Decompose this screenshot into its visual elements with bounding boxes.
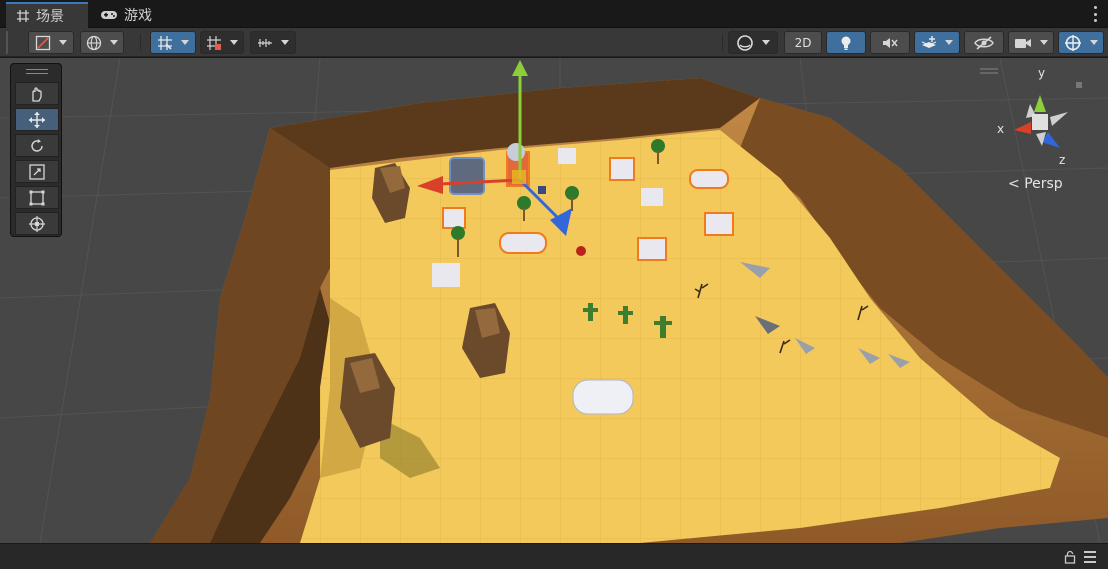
gizmo-globe-icon [1065, 34, 1081, 51]
render-space-dropdown[interactable] [80, 31, 124, 54]
lighting-toggle-button[interactable] [826, 31, 866, 54]
ruler-snap-dropdown[interactable] [250, 31, 296, 54]
tab-scene-label: 场景 [36, 9, 64, 25]
chevron-left-icon: < [1008, 176, 1020, 192]
vehicle [449, 157, 485, 195]
scale-tool-button[interactable] [15, 160, 59, 183]
chevron-down-icon [1040, 40, 1048, 45]
chevron-down-icon [1090, 40, 1098, 45]
rect-tool-button[interactable] [15, 186, 59, 209]
scale-icon [29, 163, 45, 180]
layers-effects-icon [921, 35, 937, 48]
projection-toggle[interactable]: < Persp [1008, 176, 1063, 192]
increment-snap-icon [207, 35, 221, 50]
grid-snap-toggle[interactable] [150, 31, 196, 54]
camera-icon [1015, 38, 1031, 48]
chevron-down-icon [281, 40, 289, 45]
tab-game-label: 游戏 [124, 8, 152, 24]
grid-snap-icon [158, 35, 172, 50]
chevron-down-icon [945, 40, 953, 45]
rotate-tool-button[interactable] [15, 134, 59, 157]
move-tool-button[interactable] [15, 108, 59, 131]
chevron-down-icon [762, 40, 770, 45]
shading-mode-dropdown[interactable] [728, 31, 778, 54]
status-bar [0, 543, 1108, 569]
increment-snap-dropdown[interactable] [200, 31, 244, 54]
ruler-icon [258, 38, 272, 47]
rect-transform-icon [29, 190, 45, 205]
draw-mode-dropdown[interactable] [28, 31, 74, 54]
axis-z-label: z [1059, 153, 1066, 167]
lock-icon[interactable] [1064, 550, 1076, 564]
transform-tool-button[interactable] [15, 212, 59, 235]
2d-toggle-button[interactable]: 2D [784, 31, 822, 54]
tab-game[interactable]: 游戏 [90, 2, 170, 28]
eye-slash-icon [974, 35, 994, 50]
hand-icon [32, 86, 42, 102]
scene-render [0, 58, 1108, 543]
sphere-shading-icon [737, 34, 753, 51]
axis-y-label: y [1038, 66, 1046, 80]
shaded-mode-icon [35, 35, 51, 50]
hidden-objects-toggle[interactable] [964, 31, 1004, 54]
camera-settings-dropdown[interactable] [1008, 31, 1054, 54]
axis-x-label: x [997, 122, 1005, 136]
globe-icon [86, 35, 102, 50]
2d-toggle-label: 2D [794, 35, 812, 50]
hand-tool-button[interactable] [15, 82, 59, 105]
gamepad-icon [101, 11, 117, 19]
projection-label: Persp [1024, 176, 1063, 192]
toolbar-grip [6, 31, 8, 54]
effects-dropdown[interactable] [914, 31, 960, 54]
audio-mute-icon [883, 37, 898, 48]
drag-handle-icon[interactable] [26, 69, 48, 74]
unity-scene-window: 场景 游戏 2D y x z < Persp [0, 0, 1108, 569]
tab-scene[interactable]: 场景 [6, 2, 88, 28]
rotate-icon [31, 138, 43, 152]
chevron-down-icon [110, 40, 118, 45]
transform-all-icon [29, 215, 45, 232]
scene-toolbar: 2D [0, 28, 1108, 57]
tab-bar: 场景 游戏 [0, 0, 1108, 28]
move-arrows-icon [29, 111, 45, 128]
scene-viewport[interactable]: y x z < Persp [0, 58, 1108, 543]
gizmos-dropdown[interactable] [1058, 31, 1104, 54]
chevron-down-icon [59, 40, 67, 45]
lightbulb-icon [841, 36, 851, 50]
status-menu-icon[interactable] [1084, 551, 1096, 563]
more-options-icon[interactable] [1094, 6, 1098, 22]
chevron-down-icon [230, 40, 238, 45]
grid-icon [17, 10, 29, 22]
audio-toggle-button[interactable] [870, 31, 910, 54]
tools-overlay [10, 63, 62, 237]
chevron-down-icon [181, 40, 189, 45]
